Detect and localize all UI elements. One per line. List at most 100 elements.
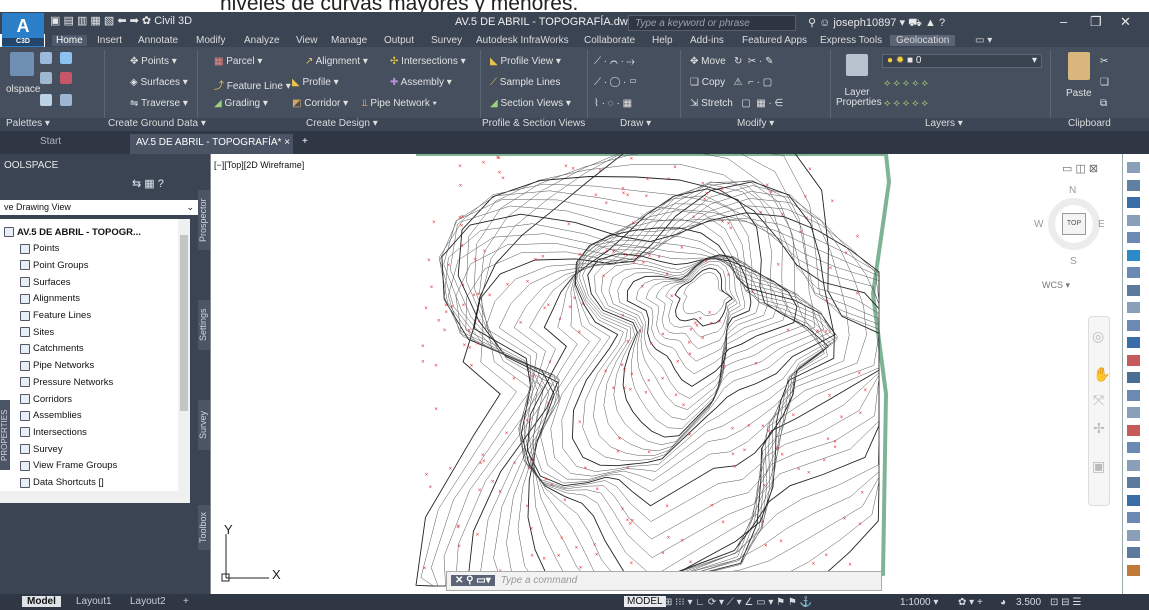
undo-icon[interactable]: ⬅ — [117, 15, 126, 27]
section-views-button[interactable]: ◢ Section Views ▾ — [490, 98, 571, 109]
command-line[interactable]: ✕ ⚲ ▭▾ Type a command — [446, 571, 882, 591]
tree-item[interactable]: Corridors — [20, 392, 72, 406]
snap-grid-icons[interactable]: ⊞ ⁝⁝⁝ ▾ ∟ ⟳ ▾ ⟋ ▾ ∠ ▭ ▾ ⚑ ⚑ ⚓ — [664, 597, 812, 608]
start-tab[interactable]: Start — [40, 136, 61, 147]
tab-infraworks[interactable]: Autodesk InfraWorks — [476, 35, 569, 46]
open-icon[interactable]: ▤ — [63, 15, 73, 27]
tab-annotate[interactable]: Annotate — [138, 35, 178, 46]
toolbar-tool-icon[interactable] — [1127, 494, 1140, 506]
toolbar-tool-icon[interactable] — [1127, 249, 1140, 261]
tab-help[interactable]: Help — [652, 35, 673, 46]
toolbar-tool-icon[interactable] — [1127, 302, 1140, 313]
tab-view[interactable]: View — [296, 35, 318, 46]
toolbar-tool-icon[interactable] — [1127, 407, 1140, 418]
tree-scroll-thumb[interactable] — [180, 235, 188, 411]
new-icon[interactable]: ▣ — [50, 15, 60, 27]
points-button[interactable]: ✥ Points ▾ — [130, 56, 177, 67]
status-tools-icons[interactable]: ⊡ ⊟ ☰ — [1050, 597, 1081, 608]
palette-icon-6[interactable] — [60, 94, 72, 106]
layer-dropdown[interactable]: ● ✹ ■ 0 ▾ — [882, 54, 1042, 68]
tab-collaborate[interactable]: Collaborate — [584, 35, 635, 46]
tab-addins[interactable]: Add-ins — [690, 35, 724, 46]
palette-icon-2[interactable] — [60, 52, 72, 64]
viewport-controls[interactable]: ▭ ◫ ⊠ — [1062, 162, 1098, 175]
settings-tab[interactable]: Settings — [198, 300, 210, 350]
profile-view-button[interactable]: ◣ Profile View ▾ — [490, 56, 561, 67]
toolbar-tool-icon[interactable] — [1127, 564, 1140, 576]
close-icon[interactable]: ✕ — [1120, 14, 1131, 30]
drawing-tab[interactable]: AV.5 DE ABRIL - TOPOGRAFÍA* × — [130, 134, 293, 154]
traverse-button[interactable]: ⇋ Traverse ▾ — [130, 98, 188, 109]
toolbar-tool-icon[interactable] — [1127, 162, 1140, 173]
application-menu-button[interactable]: A C3D — [2, 13, 44, 47]
tab-home[interactable]: Home — [52, 35, 87, 46]
tree-item[interactable]: Feature Lines — [20, 309, 91, 323]
steering-wheel-icon[interactable]: ◎ — [1092, 328, 1104, 345]
toolbar-tool-icon[interactable] — [1127, 267, 1140, 278]
grading-button[interactable]: ◢ Grading ▾ — [214, 98, 268, 109]
assembly-button[interactable]: ✚ Assembly ▾ — [390, 77, 452, 88]
tree-item[interactable]: Points — [20, 242, 59, 256]
zoom-extents-icon[interactable]: ⤧ — [1093, 392, 1104, 409]
tree-item[interactable]: Surfaces — [20, 275, 71, 289]
panel-palettes[interactable]: Palettes ▾ — [6, 118, 50, 129]
compass-w[interactable]: W — [1034, 219, 1043, 230]
tree-item[interactable]: View Frame Groups — [20, 459, 117, 473]
tree-item[interactable]: Sites — [20, 325, 54, 339]
paste-button[interactable]: Paste — [1066, 88, 1092, 99]
tab-modify[interactable]: Modify — [196, 35, 225, 46]
toolbox-tab[interactable]: Toolbox — [198, 505, 210, 550]
view-dropdown[interactable]: ve Drawing View ⌄ — [0, 200, 198, 215]
tab-survey[interactable]: Survey — [431, 35, 462, 46]
panel-draw[interactable]: Draw ▾ — [620, 118, 651, 129]
layer-tools-row-1[interactable]: ⟡ ⟡ ⟡ ⟡ ⟡ — [884, 78, 928, 89]
toolbar-tool-icon[interactable] — [1127, 354, 1140, 366]
viewport-label[interactable]: [−][Top][2D Wireframe] — [214, 160, 304, 170]
workspace-selector[interactable]: Civil 3D — [154, 15, 192, 27]
workspace-gear-icon[interactable]: ✿ ▾ + — [958, 597, 983, 608]
tree-item[interactable]: AV.5 DE ABRIL - TOPOGR... — [4, 225, 141, 239]
feature-line-button[interactable]: ⤴ Feature Line ▾ — [214, 77, 291, 92]
polyline-tools[interactable]: ⌇ · ◌ · ▦ — [594, 98, 632, 109]
a360-icon[interactable]: ▲ — [925, 17, 936, 29]
compass-e[interactable]: E — [1098, 219, 1105, 230]
user-account[interactable]: ⚲ ☺ joseph10897 ▾ ⛟ ▲ ? — [808, 16, 945, 31]
showmotion-icon[interactable]: ▣ — [1092, 458, 1105, 475]
parcel-button[interactable]: ▦ Parcel ▾ — [214, 56, 262, 67]
save-icon[interactable]: ▥ — [77, 15, 87, 27]
toolbar-tool-icon[interactable] — [1127, 442, 1140, 453]
tree-item[interactable]: Intersections — [20, 425, 87, 439]
tree-item[interactable]: Catchments — [20, 342, 84, 356]
alignment-button[interactable]: ↗ Alignment ▾ — [305, 56, 368, 67]
properties-tab[interactable]: PROPERTIES — [0, 400, 10, 470]
survey-tab[interactable]: Survey — [198, 400, 210, 450]
tab-analyze[interactable]: Analyze — [244, 35, 280, 46]
toolbar-tool-icon[interactable] — [1127, 284, 1140, 296]
redo-icon[interactable]: ➡ — [130, 15, 139, 27]
toolbar-tool-icon[interactable] — [1127, 337, 1140, 348]
pipe-network-button[interactable]: ⫫ Pipe Network ▾ — [362, 98, 437, 109]
copy-button[interactable]: ❏ Copy ⚠ ⌐ · ▢ — [690, 77, 772, 88]
topography-drawing[interactable]: ××××××××××××××××××××××××××××××××××××××××… — [211, 154, 1122, 594]
panel-create-design[interactable]: Create Design ▾ — [306, 118, 378, 129]
panel-modify[interactable]: Modify ▾ — [737, 118, 774, 129]
layer-properties-icon[interactable] — [846, 54, 868, 76]
help-icon[interactable]: ? — [939, 17, 945, 29]
plot-icon[interactable]: ▧ — [104, 15, 114, 27]
close-tab-icon[interactable]: × — [284, 137, 290, 148]
model-space-toggle[interactable]: MODEL — [624, 596, 666, 607]
toolbar-tool-icon[interactable] — [1127, 319, 1140, 331]
layout-tab-layout2[interactable]: Layout2 — [130, 596, 166, 607]
viewcube-top[interactable]: TOP — [1062, 213, 1086, 235]
palette-icon-3[interactable] — [40, 72, 52, 84]
tree-item[interactable]: Alignments — [20, 292, 80, 306]
surfaces-button[interactable]: ◈ Surfaces ▾ — [130, 77, 188, 88]
layout-tab-layout1[interactable]: Layout1 — [76, 596, 112, 607]
match-icon[interactable]: ⧉ — [1100, 98, 1107, 109]
tree-item[interactable]: Assemblies — [20, 409, 82, 423]
palette-icon[interactable] — [40, 52, 52, 64]
grid-icon[interactable]: ▦ — [144, 178, 154, 190]
annotation-scale[interactable]: 1:1000 ▾ — [900, 597, 938, 608]
layout-tab-model[interactable]: Model — [22, 596, 61, 607]
isolate-icon[interactable]: ◕ — [1000, 597, 1006, 608]
